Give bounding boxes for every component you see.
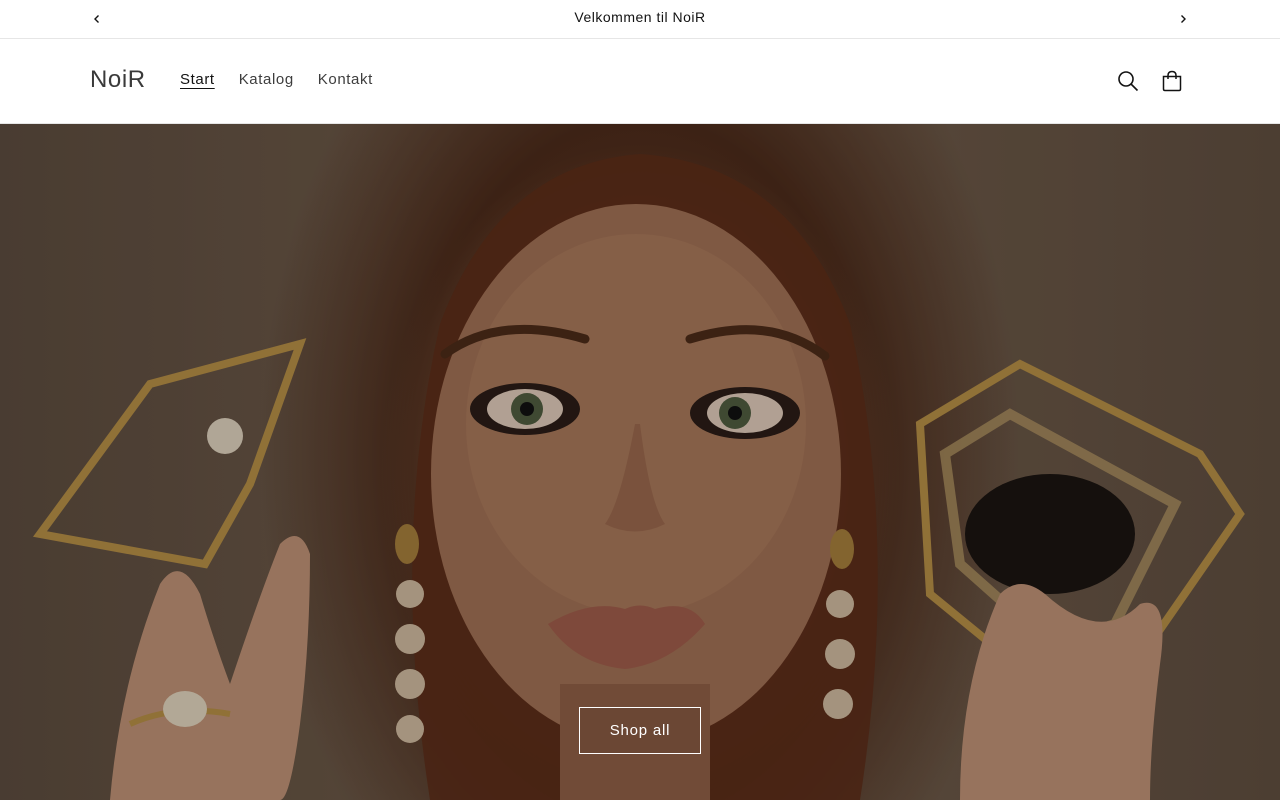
search-icon (1118, 71, 1139, 92)
chevron-right-icon (1181, 15, 1186, 23)
shop-all-button[interactable]: Shop all (579, 707, 701, 754)
announcement-bar: Velkommen til NoiR (0, 0, 1280, 39)
store-logo[interactable]: NoiR (90, 66, 146, 94)
announcement-text: Velkommen til NoiR (574, 9, 706, 25)
hero-overlay (0, 124, 1280, 800)
hero-banner: Shop all (0, 124, 1280, 800)
cart-icon (1162, 70, 1182, 92)
search-button[interactable] (1106, 59, 1150, 103)
cart-button[interactable] (1150, 59, 1194, 103)
main-nav: Start Katalog Kontakt (168, 71, 385, 88)
nav-item-katalog[interactable]: Katalog (227, 71, 306, 88)
site-header: NoiR Start Katalog Kontakt (0, 39, 1280, 124)
nav-item-kontakt[interactable]: Kontakt (306, 71, 385, 88)
announcement-next-button[interactable] (1171, 7, 1195, 31)
nav-item-start[interactable]: Start (168, 71, 227, 88)
